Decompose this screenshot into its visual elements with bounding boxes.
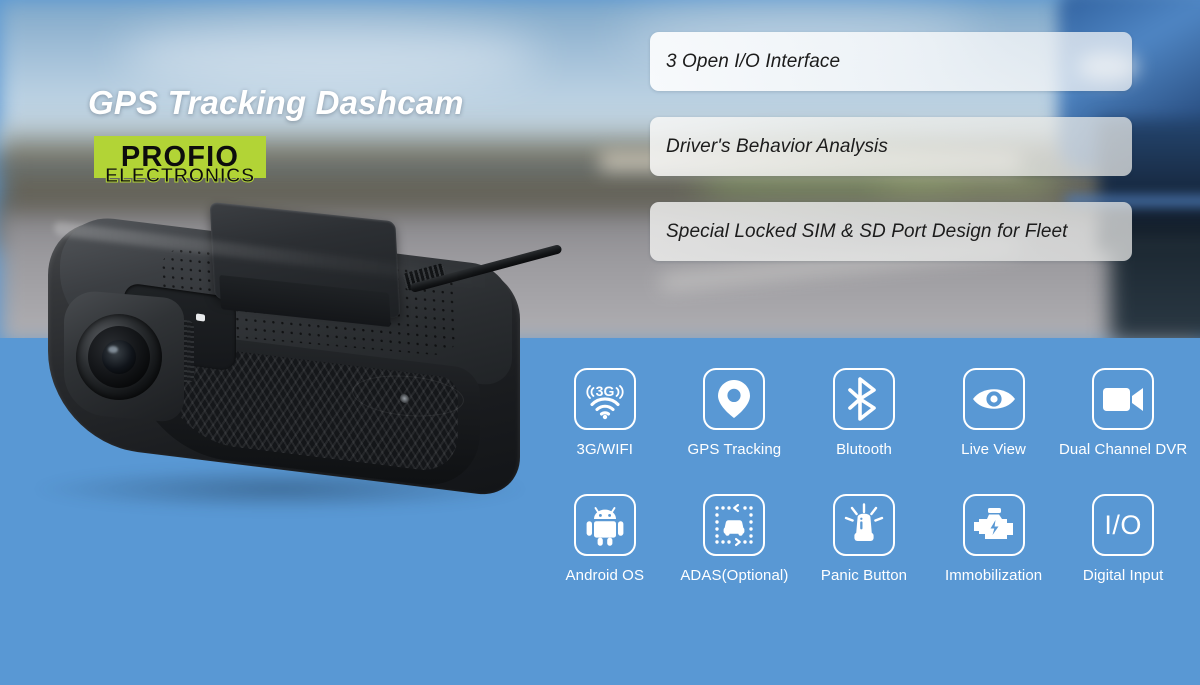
siren-beacon-icon xyxy=(844,503,884,541)
eye-icon xyxy=(972,389,1015,409)
bluetooth-icon xyxy=(848,377,876,421)
icon-tile xyxy=(962,494,1025,556)
device-microphone xyxy=(400,393,409,404)
feature-icon-label: GPS Tracking xyxy=(687,441,782,458)
map-pin-icon xyxy=(718,380,751,418)
feature-icon-label: Immobilization xyxy=(944,567,1043,584)
feature-pill-label: Driver's Behavior Analysis xyxy=(666,135,888,157)
feature-icon-label: Panic Button xyxy=(820,567,908,584)
feature-3g-wifi[interactable]: 3G 3G/WIFI xyxy=(540,368,670,458)
feature-pill[interactable]: Driver's Behavior Analysis xyxy=(650,117,1132,176)
feature-bluetooth[interactable]: Blutooth xyxy=(799,368,929,458)
feature-pill[interactable]: Special Locked SIM & SD Port Design for … xyxy=(650,202,1132,261)
page-title: GPS Tracking Dashcam xyxy=(88,84,464,121)
icon-tile: 3G xyxy=(573,368,636,430)
icon-tile xyxy=(703,494,766,556)
feature-gps-tracking[interactable]: GPS Tracking xyxy=(670,368,800,458)
logo-subtitle: ELECTRONICS xyxy=(105,165,255,187)
device-lens-glass xyxy=(102,340,136,374)
brand-logo: PROFIO ELECTRONICS xyxy=(94,136,266,187)
io-text-icon: I/O xyxy=(1104,509,1142,540)
feature-digital-input[interactable]: I/O Digital Input xyxy=(1058,494,1188,584)
dashcam-product-image xyxy=(20,198,580,528)
icon-tile xyxy=(1092,368,1155,430)
android-robot-icon xyxy=(586,507,624,546)
feature-live-view[interactable]: Live View xyxy=(929,368,1059,458)
feature-icon-label: 3G/WIFI xyxy=(576,441,634,458)
device-status-led xyxy=(196,313,205,322)
marketing-banner: GPS Tracking Dashcam PROFIO ELECTRONICS … xyxy=(0,0,1200,685)
feature-icon-label: Android OS xyxy=(565,567,645,584)
feature-panic-button[interactable]: Panic Button xyxy=(799,494,929,584)
feature-android-os[interactable]: Android OS xyxy=(540,494,670,584)
photo-cloud xyxy=(120,20,540,90)
icon-tile: I/O xyxy=(1092,494,1155,556)
feature-pill-list: 3 Open I/O Interface Driver's Behavior A… xyxy=(650,32,1132,287)
video-camera-icon xyxy=(1103,388,1144,411)
feature-icon-label: ADAS(Optional) xyxy=(680,567,789,584)
feature-adas[interactable]: ADAS(Optional) xyxy=(670,494,800,584)
icon-tile xyxy=(832,368,895,430)
feature-pill-label: Special Locked SIM & SD Port Design for … xyxy=(666,220,1068,242)
feature-dual-channel-dvr[interactable]: Dual Channel DVR xyxy=(1058,368,1188,458)
feature-pill-label: 3 Open I/O Interface xyxy=(666,50,841,72)
feature-icon-label: Live View xyxy=(961,441,1026,458)
adas-car-lane-icon xyxy=(715,503,754,547)
device-lens-glint xyxy=(108,346,118,353)
feature-icon-row: Android OS ADAS(Optional) Panic Button I… xyxy=(540,494,1188,584)
icon-tile xyxy=(573,494,636,556)
engine-bolt-icon xyxy=(973,508,1013,539)
feature-icon-row: 3G 3G/WIFI GPS Tracking Blutooth Live Vi… xyxy=(540,368,1188,458)
icon-tile xyxy=(703,368,766,430)
feature-icon-label: Blutooth xyxy=(836,441,892,458)
svg-text:3G: 3G xyxy=(595,383,614,399)
feature-pill[interactable]: 3 Open I/O Interface xyxy=(650,32,1132,91)
feature-immobilization[interactable]: Immobilization xyxy=(929,494,1059,584)
feature-icon-label: Dual Channel DVR xyxy=(1059,441,1188,458)
icon-tile xyxy=(832,494,895,556)
feature-icon-label: Digital Input xyxy=(1082,567,1164,584)
feature-icon-grid: 3G 3G/WIFI GPS Tracking Blutooth Live Vi… xyxy=(540,368,1188,584)
icon-tile xyxy=(962,368,1025,430)
3g-wifi-signal-icon: 3G xyxy=(586,383,624,420)
